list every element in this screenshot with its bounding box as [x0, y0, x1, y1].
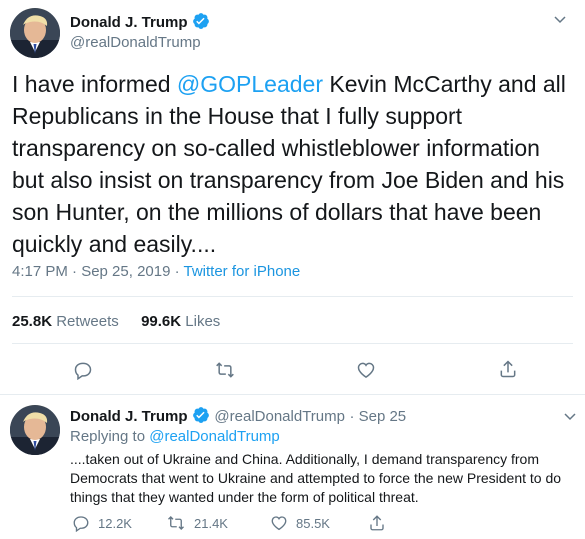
replying-to-link[interactable]: @realDonaldTrump — [149, 428, 280, 445]
retweets-label: Retweets — [56, 313, 119, 330]
tweet-source-link[interactable]: Twitter for iPhone — [184, 263, 301, 280]
share-icon[interactable] — [498, 359, 518, 379]
like-icon[interactable] — [270, 514, 288, 532]
divider — [12, 343, 573, 344]
retweet-icon[interactable] — [166, 514, 186, 532]
chevron-down-icon[interactable] — [563, 409, 577, 423]
author-avatar[interactable] — [10, 8, 60, 58]
retweet-count: 21.4K — [194, 515, 228, 531]
reply-author-handle[interactable]: @realDonaldTrump — [214, 408, 345, 425]
verified-badge-icon — [192, 12, 210, 35]
reply-author-name[interactable]: Donald J. Trump — [70, 408, 188, 425]
like-icon[interactable] — [356, 360, 376, 380]
meta-separator: · — [170, 263, 184, 280]
tweet-text-part: I have informed — [12, 71, 177, 97]
tweet-text-part: Kevin McCarthy and all Republicans in th… — [12, 71, 566, 257]
divider — [12, 296, 573, 297]
reply-date[interactable]: · Sep 25 — [349, 408, 406, 425]
divider — [0, 394, 585, 395]
likes-stat[interactable]: 99.6K Likes — [141, 313, 220, 330]
mention-link[interactable]: @GOPLeader — [177, 71, 323, 97]
author-name[interactable]: Donald J. Trump — [70, 14, 188, 31]
author-handle[interactable]: @realDonaldTrump — [70, 34, 201, 51]
tweet-text: I have informed @GOPLeader Kevin McCarth… — [12, 68, 572, 260]
retweets-count: 25.8K — [12, 313, 53, 330]
likes-count: 99.6K — [141, 313, 182, 330]
reply-reply-action[interactable]: 12.2K — [72, 514, 132, 532]
replying-to-label: Replying to — [70, 428, 150, 445]
reply-count: 12.2K — [98, 515, 132, 531]
like-count: 85.5K — [296, 515, 330, 531]
reply-tweet-text: ....taken out of Ukraine and China. Addi… — [70, 451, 562, 505]
retweet-icon[interactable] — [214, 360, 236, 380]
retweets-stat[interactable]: 25.8K Retweets — [12, 313, 119, 330]
reply-icon[interactable] — [73, 360, 93, 380]
verified-badge-icon — [192, 406, 210, 429]
reply-like-action[interactable]: 85.5K — [270, 514, 330, 532]
share-icon[interactable] — [368, 514, 386, 532]
reply-icon[interactable] — [72, 514, 90, 532]
reply-author-avatar[interactable] — [10, 405, 60, 455]
reply-retweet-action[interactable]: 21.4K — [166, 514, 228, 532]
tweet-timestamp[interactable]: 4:17 PM · Sep 25, 2019 — [12, 263, 170, 280]
likes-label: Likes — [185, 313, 221, 330]
chevron-down-icon[interactable] — [553, 12, 567, 26]
